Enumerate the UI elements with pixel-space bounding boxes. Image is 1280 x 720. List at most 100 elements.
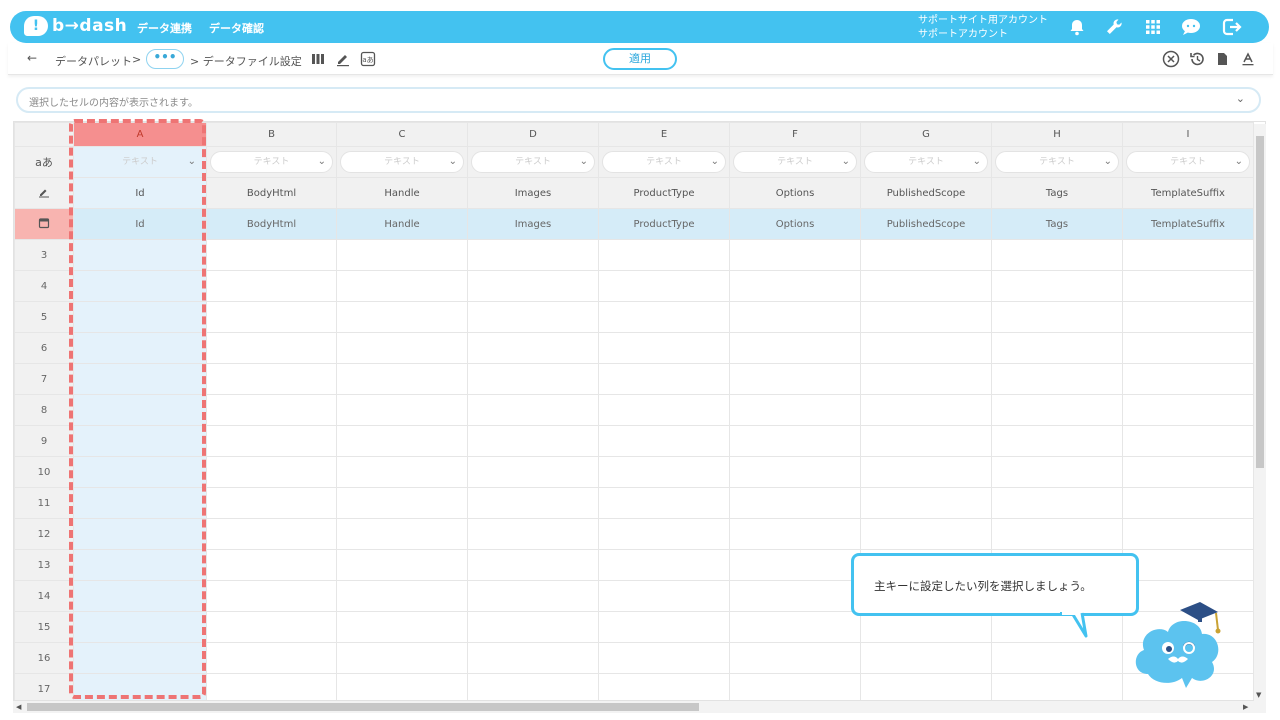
grid-cell[interactable] bbox=[467, 611, 599, 643]
chat-icon[interactable] bbox=[1180, 17, 1202, 37]
grid-cell[interactable] bbox=[991, 642, 1123, 674]
grid-cell[interactable] bbox=[991, 518, 1123, 550]
grid-cell[interactable] bbox=[206, 642, 337, 674]
account-info[interactable]: サポートサイト用アカウント サポートアカウント bbox=[918, 14, 1048, 42]
grid-cell[interactable] bbox=[598, 239, 730, 271]
scroll-right-arrow-icon[interactable]: ▶ bbox=[1243, 703, 1248, 711]
grid-cell[interactable] bbox=[336, 673, 468, 700]
row-number[interactable]: 16 bbox=[14, 642, 74, 674]
grid-cell[interactable] bbox=[1122, 270, 1254, 302]
scroll-down-arrow-icon[interactable]: ▼ bbox=[1256, 691, 1261, 699]
grid-cell[interactable] bbox=[467, 425, 599, 457]
column-name-cell[interactable]: PublishedScope bbox=[860, 177, 992, 209]
type-cell[interactable]: テキスト ⌄ bbox=[729, 146, 861, 178]
grid-cell[interactable] bbox=[729, 487, 861, 519]
column-name-cell[interactable]: TemplateSuffix bbox=[1122, 177, 1254, 209]
column-name-cell[interactable]: Options bbox=[729, 177, 861, 209]
grid-cell[interactable] bbox=[336, 301, 468, 333]
grid-cell[interactable] bbox=[598, 270, 730, 302]
grid-cell[interactable] bbox=[991, 239, 1123, 271]
grid-cell[interactable] bbox=[467, 363, 599, 395]
row-number[interactable]: 15 bbox=[14, 611, 74, 643]
vertical-scrollbar[interactable]: ▼ bbox=[1254, 124, 1266, 701]
grid-cell[interactable] bbox=[336, 456, 468, 488]
grid-cell[interactable] bbox=[206, 673, 337, 700]
grid-cell[interactable] bbox=[598, 642, 730, 674]
grid-cell[interactable] bbox=[1122, 549, 1254, 581]
grid-cell[interactable] bbox=[73, 270, 207, 302]
font-icon[interactable] bbox=[1240, 51, 1256, 67]
grid-cell[interactable] bbox=[467, 239, 599, 271]
column-header-f[interactable]: F bbox=[729, 122, 861, 147]
row-number[interactable]: 3 bbox=[14, 239, 74, 271]
grid-cell[interactable] bbox=[206, 363, 337, 395]
grid-cell[interactable] bbox=[991, 394, 1123, 426]
grid-cell[interactable] bbox=[860, 332, 992, 364]
grid-cell[interactable] bbox=[1122, 301, 1254, 333]
grid-cell[interactable] bbox=[73, 580, 207, 612]
column-name-cell[interactable]: Id bbox=[73, 177, 207, 209]
key-cell[interactable]: TemplateSuffix bbox=[1122, 208, 1254, 240]
grid-cell[interactable] bbox=[336, 487, 468, 519]
column-header-h[interactable]: H bbox=[991, 122, 1123, 147]
grid-cell[interactable] bbox=[991, 301, 1123, 333]
grid-cell[interactable] bbox=[73, 301, 207, 333]
grid-cell[interactable] bbox=[73, 332, 207, 364]
grid-cell[interactable] bbox=[991, 332, 1123, 364]
key-cell[interactable]: Tags bbox=[991, 208, 1123, 240]
type-cell[interactable]: テキスト ⌄ bbox=[467, 146, 599, 178]
grid-cell[interactable] bbox=[73, 673, 207, 700]
horizontal-scrollbar[interactable]: ◀ ▶ bbox=[13, 701, 1266, 713]
grid-cell[interactable] bbox=[729, 301, 861, 333]
apply-button[interactable]: 適用 bbox=[603, 48, 677, 70]
breadcrumb-more-button[interactable]: ••• bbox=[146, 49, 184, 69]
row-number[interactable]: 17 bbox=[14, 673, 74, 700]
grid-cell[interactable] bbox=[598, 456, 730, 488]
grid-cell[interactable] bbox=[598, 518, 730, 550]
row-number[interactable]: 4 bbox=[14, 270, 74, 302]
back-arrow-icon[interactable]: ← bbox=[27, 51, 37, 65]
grid-cell[interactable] bbox=[598, 549, 730, 581]
grid-cell[interactable] bbox=[206, 456, 337, 488]
grid-cell[interactable] bbox=[729, 549, 861, 581]
grid-cell[interactable] bbox=[73, 425, 207, 457]
grid-cell[interactable] bbox=[1122, 518, 1254, 550]
nav-data-integration[interactable]: データ連携 bbox=[137, 20, 192, 36]
grid-cell[interactable] bbox=[991, 363, 1123, 395]
grid-cell[interactable] bbox=[206, 394, 337, 426]
column-header-d[interactable]: D bbox=[467, 122, 599, 147]
grid-cell[interactable] bbox=[467, 673, 599, 700]
grid-cell[interactable] bbox=[729, 518, 861, 550]
nav-data-check[interactable]: データ確認 bbox=[209, 20, 264, 36]
grid-cell[interactable] bbox=[729, 332, 861, 364]
grid-cell[interactable] bbox=[336, 363, 468, 395]
grid-cell[interactable] bbox=[336, 332, 468, 364]
grid-cell[interactable] bbox=[73, 487, 207, 519]
grid-cell[interactable] bbox=[206, 518, 337, 550]
grid-cell[interactable] bbox=[336, 239, 468, 271]
grid-cell[interactable] bbox=[729, 425, 861, 457]
grid-cell[interactable] bbox=[467, 301, 599, 333]
grid-cell[interactable] bbox=[598, 425, 730, 457]
grid-cell[interactable] bbox=[206, 487, 337, 519]
grid-cell[interactable] bbox=[860, 363, 992, 395]
grid-cell[interactable] bbox=[598, 394, 730, 426]
grid-cell[interactable] bbox=[206, 580, 337, 612]
type-cell[interactable]: テキスト ⌄ bbox=[336, 146, 468, 178]
grid-cell[interactable] bbox=[467, 580, 599, 612]
grid-cell[interactable] bbox=[598, 673, 730, 700]
grid-cell[interactable] bbox=[73, 456, 207, 488]
grid-cell[interactable] bbox=[206, 301, 337, 333]
grid-cell[interactable] bbox=[73, 239, 207, 271]
columns-icon[interactable] bbox=[310, 51, 326, 67]
bell-icon[interactable] bbox=[1067, 17, 1087, 37]
column-header-i[interactable]: I bbox=[1122, 122, 1254, 147]
key-cell[interactable]: Options bbox=[729, 208, 861, 240]
grid-cell[interactable] bbox=[860, 270, 992, 302]
grid-cell[interactable] bbox=[860, 673, 992, 700]
key-cell[interactable]: BodyHtml bbox=[206, 208, 337, 240]
column-header-g[interactable]: G bbox=[860, 122, 992, 147]
grid-cell[interactable] bbox=[336, 518, 468, 550]
grid-cell[interactable] bbox=[336, 394, 468, 426]
grid-cell[interactable] bbox=[206, 239, 337, 271]
